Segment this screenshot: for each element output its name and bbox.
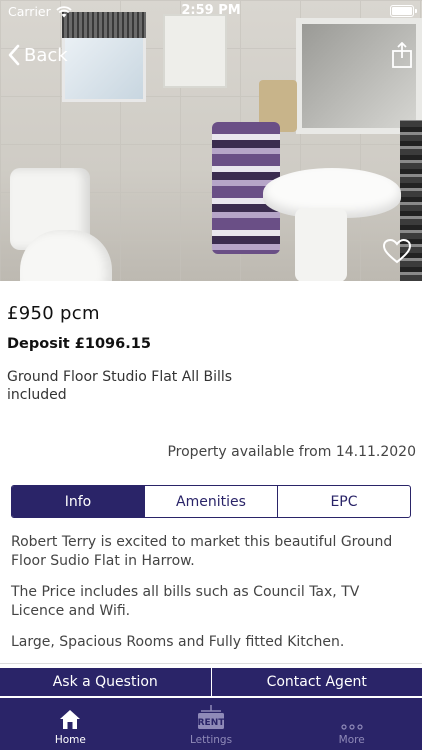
- info-paragraph: Large, Spacious Rooms and Fully fitted K…: [11, 634, 345, 650]
- tab-info[interactable]: Info: [12, 486, 144, 517]
- back-button[interactable]: Back: [8, 44, 68, 66]
- nav-label-lettings: Lettings: [189, 734, 233, 746]
- photo-cabinet: [163, 14, 227, 88]
- listing-deposit: Deposit £1096.15: [7, 336, 151, 352]
- nav-item-home[interactable]: Home: [0, 698, 141, 750]
- bottom-nav: Home RENT Lettings More: [0, 698, 422, 750]
- availability-text: Property available from 14.11.2020: [167, 444, 416, 460]
- info-paragraph: Robert Terry is excited to market this b…: [11, 534, 393, 569]
- home-icon: [60, 710, 81, 729]
- photo-pedestal: [295, 208, 347, 281]
- contact-agent-button[interactable]: Contact Agent: [210, 668, 422, 696]
- divider: [0, 663, 422, 664]
- status-bar: Carrier 2:59 PM: [0, 0, 422, 22]
- property-photo[interactable]: [0, 0, 422, 281]
- info-content: Robert Terry is excited to market this b…: [11, 533, 413, 664]
- detail-tabs: Info Amenities EPC: [11, 485, 411, 518]
- action-bar: Ask a Question Contact Agent: [0, 668, 422, 696]
- heart-icon[interactable]: [382, 238, 412, 264]
- tab-amenities[interactable]: Amenities: [144, 486, 277, 517]
- battery-icon: [390, 5, 417, 17]
- status-time: 2:59 PM: [181, 3, 241, 18]
- ask-question-button[interactable]: Ask a Question: [0, 668, 211, 696]
- share-icon[interactable]: [392, 42, 412, 68]
- listing-title: Ground Floor Studio Flat All Bills inclu…: [7, 369, 233, 403]
- info-paragraph: The Price includes all bills such as Cou…: [11, 584, 360, 619]
- rent-sign-text: RENT: [198, 718, 226, 728]
- rent-sign-icon: RENT: [198, 705, 226, 729]
- nav-label-more: More: [338, 734, 365, 746]
- back-label: Back: [24, 44, 68, 66]
- nav-item-more[interactable]: More: [281, 698, 422, 750]
- listing-price: £950 pcm: [7, 303, 100, 324]
- more-dots-icon: [341, 724, 363, 730]
- nav-label-home: Home: [54, 734, 86, 746]
- tab-epc[interactable]: EPC: [277, 486, 410, 517]
- photo-mirror: [296, 18, 422, 134]
- chevron-left-icon: [8, 44, 20, 66]
- nav-item-lettings[interactable]: RENT Lettings: [141, 698, 282, 750]
- battery-fill: [392, 7, 412, 15]
